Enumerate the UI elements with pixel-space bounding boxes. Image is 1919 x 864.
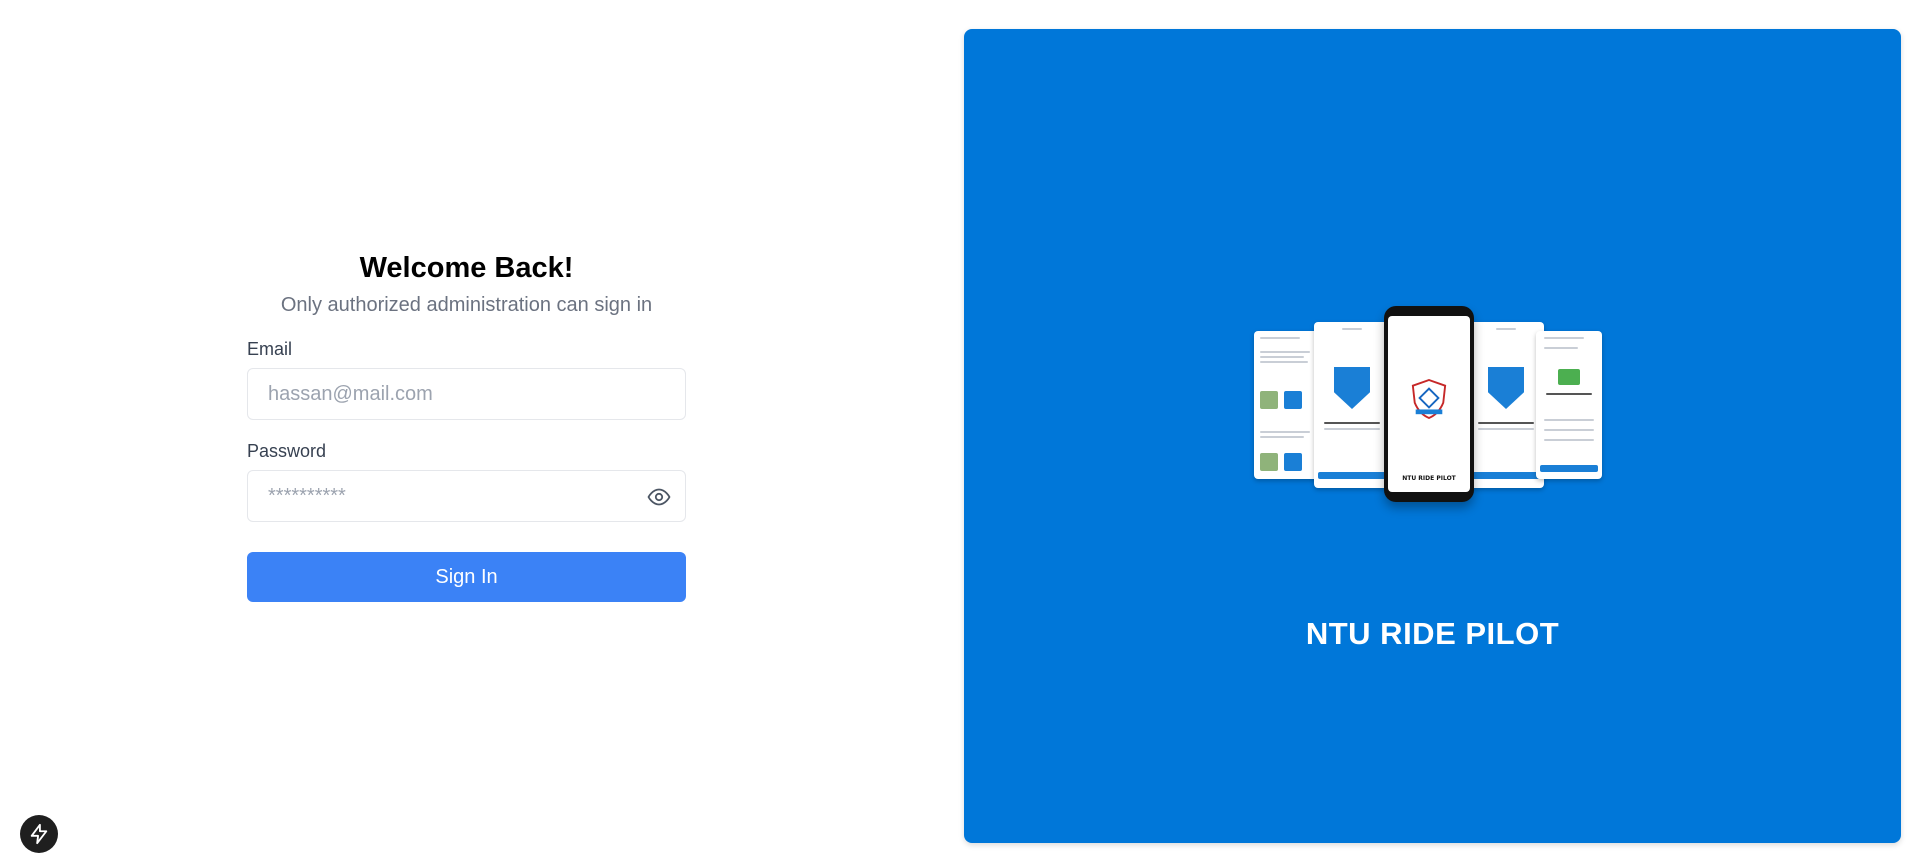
page-title: Welcome Back! [359, 252, 574, 284]
email-field[interactable] [248, 369, 685, 419]
eye-icon[interactable] [647, 485, 671, 509]
mockup-phone: NTU RIDE PILOT [1384, 306, 1474, 502]
shield-logo-icon [1411, 378, 1447, 420]
mockup-screen-student [1314, 322, 1390, 488]
mockup-screen-announcements [1254, 331, 1320, 479]
lightning-bolt-icon [30, 823, 48, 845]
phone-app-name: NTU RIDE PILOT [1402, 475, 1456, 482]
brand-title: NTU RIDE PILOT [1305, 616, 1560, 651]
password-label: Password [247, 441, 327, 461]
email-label: Email [247, 339, 293, 359]
login-form: Welcome Back! Only authorized administra… [247, 250, 686, 602]
app-screens-mockup: NTU RIDE PILOT [1254, 306, 1614, 516]
password-field[interactable] [248, 471, 685, 521]
page-subtitle: Only authorized administration can sign … [280, 294, 653, 316]
brand-panel: NTU RIDE PILOT NTU RIDE PILOT [964, 29, 1901, 843]
mockup-screen-verification [1536, 331, 1602, 479]
password-field-wrapper [247, 470, 686, 522]
sign-in-button[interactable]: Sign In [247, 552, 686, 602]
dev-tools-button[interactable] [20, 815, 58, 853]
mockup-screen-driver [1468, 322, 1544, 488]
email-field-wrapper [247, 368, 686, 420]
login-page: Welcome Back! Only authorized administra… [0, 0, 1919, 864]
